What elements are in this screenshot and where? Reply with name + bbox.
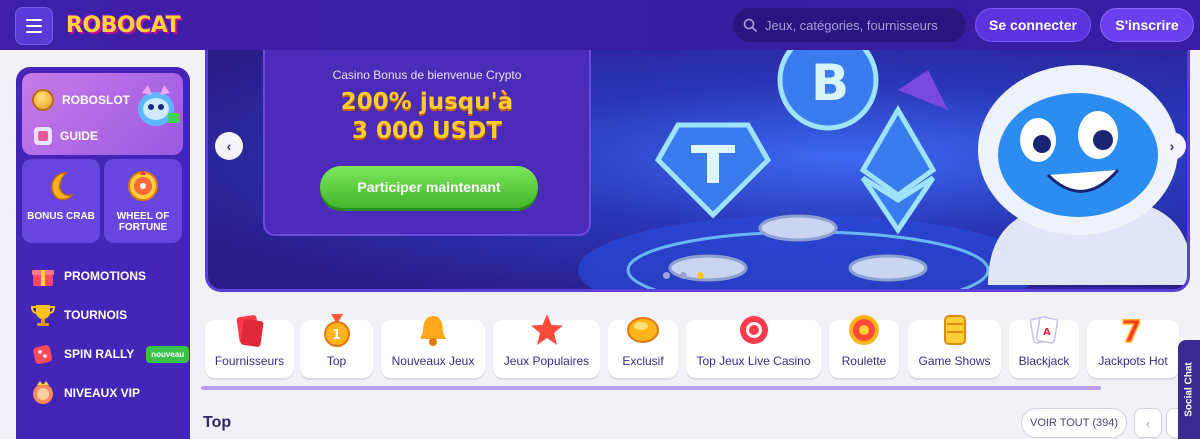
- sidebar-item-label: SPIN RALLY: [64, 347, 135, 361]
- menu-icon-bar: [26, 31, 42, 33]
- sidebar-item-label: ROBOSLOT: [62, 93, 130, 107]
- tab-label: Nouveaux Jeux: [391, 354, 475, 368]
- sidebar-featured: ROBOSLOT GUIDE: [22, 73, 183, 155]
- providers-icon: [236, 315, 263, 347]
- sidebar-tile-bonus-crab[interactable]: BONUS CRAB: [22, 159, 100, 243]
- sidebar-tile-label: BONUS CRAB: [27, 211, 95, 222]
- crab-icon: [51, 172, 74, 201]
- carousel-dots: [663, 272, 704, 279]
- tab-jackpots-hot[interactable]: 7 Jackpots Hot: [1087, 314, 1179, 378]
- bitcoin-icon: B: [777, 50, 879, 131]
- bell-icon: [420, 316, 446, 346]
- ethereum-icon: [859, 105, 937, 235]
- tab-label: Top: [326, 354, 347, 368]
- sidebar-tile-label: WHEEL OF FORTUNE: [116, 211, 170, 233]
- menu-button[interactable]: [15, 7, 53, 45]
- robot-mascot-icon: [138, 85, 180, 126]
- top-header: ROBOCAT Se connecter S'inscrire: [0, 0, 1200, 50]
- sidebar-tile-wheel-of-fortune[interactable]: WHEEL OF FORTUNE: [104, 159, 182, 243]
- promo-title: 200% jusqu'à 3 000 USDT: [265, 88, 589, 146]
- login-button[interactable]: Se connecter: [975, 8, 1091, 42]
- sidebar-item-label: TOURNOIS: [64, 308, 128, 322]
- tab-top-jeux-live-casino[interactable]: Top Jeux Live Casino: [686, 316, 821, 378]
- cards-icon: A: [1029, 316, 1059, 344]
- promo-title-line: 200% jusqu'à: [340, 89, 514, 115]
- tab-exclusif[interactable]: Exclusif: [608, 317, 678, 378]
- tab-label: Roulette: [841, 354, 887, 368]
- tab-label: Jeux Populaires: [503, 354, 590, 368]
- see-all-button[interactable]: VOIR TOUT (394): [1021, 408, 1127, 438]
- svg-text:A: A: [1043, 327, 1051, 338]
- sidebar-item-spin-rally[interactable]: SPIN RALLY nouveau: [30, 341, 190, 367]
- sidebar-item-guide[interactable]: GUIDE: [34, 127, 98, 145]
- tab-game-shows[interactable]: Game Shows: [908, 315, 1001, 378]
- search-box[interactable]: [733, 8, 966, 42]
- section-next-button[interactable]: [1166, 408, 1178, 438]
- category-scrollbar[interactable]: [201, 386, 1101, 390]
- section-title: Top: [203, 414, 232, 431]
- vip-icon: [33, 381, 53, 404]
- sidebar-item-label: GUIDE: [60, 129, 99, 143]
- trophy-icon: [30, 305, 56, 326]
- tab-label: Top Jeux Live Casino: [696, 354, 811, 368]
- tab-label: Jackpots Hot: [1098, 354, 1168, 368]
- tab-label: Blackjack: [1018, 354, 1070, 368]
- coins-icon: [943, 315, 966, 345]
- tab-label: Exclusif: [622, 354, 664, 368]
- social-chat-label: Social Chat: [1183, 362, 1195, 417]
- medal-icon: 1: [323, 314, 350, 347]
- sidebar-item-label: PROMOTIONS: [64, 269, 147, 283]
- gift-icon: [32, 270, 54, 286]
- carousel-dot[interactable]: [663, 272, 670, 279]
- coin-icon: [32, 89, 54, 111]
- signup-button[interactable]: S'inscrire: [1100, 8, 1194, 42]
- svg-text:7: 7: [1121, 315, 1142, 348]
- search-icon: [743, 18, 757, 32]
- menu-icon-bar: [26, 19, 42, 21]
- tab-nouveaux-jeux[interactable]: Nouveaux Jeux: [381, 316, 485, 378]
- sidebar-item-niveaux-vip[interactable]: NIVEAUX VIP: [30, 380, 140, 406]
- tether-icon: [654, 122, 772, 219]
- tab-label: Game Shows: [918, 354, 991, 368]
- promo-card: Casino Bonus de bienvenue Crypto 200% ju…: [263, 50, 591, 236]
- social-chat-tab[interactable]: Social Chat: [1178, 340, 1200, 439]
- section-prev-button[interactable]: ‹: [1134, 408, 1162, 438]
- svg-text:B: B: [811, 54, 849, 112]
- sidebar-item-tournois[interactable]: TOURNOIS: [30, 302, 127, 328]
- tab-roulette[interactable]: Roulette: [829, 315, 899, 378]
- logo[interactable]: ROBOCAT: [66, 10, 181, 40]
- tab-fournisseurs[interactable]: Fournisseurs: [205, 315, 294, 378]
- carousel-dot[interactable]: [680, 272, 687, 279]
- wheel-icon: [128, 170, 158, 201]
- promo-subtitle: Casino Bonus de bienvenue Crypto: [332, 68, 522, 82]
- dice-icon: [33, 345, 52, 364]
- chip-icon: [739, 316, 768, 344]
- tab-jeux-populaires[interactable]: Jeux Populaires: [493, 314, 600, 378]
- menu-icon-bar: [26, 25, 42, 27]
- star-icon: [530, 314, 563, 345]
- roulette-icon: [849, 315, 879, 345]
- promo-banner[interactable]: B Casino Bonus de bienvenue Crypto 200% …: [205, 50, 1190, 292]
- seven-icon: 7: [1120, 314, 1142, 348]
- gem-icon: [627, 317, 659, 343]
- banner-prev-button[interactable]: ‹: [215, 132, 243, 160]
- participate-button[interactable]: Participer maintenant: [320, 166, 538, 208]
- chevron-right-icon: ›: [1169, 138, 1175, 154]
- banner-next-button[interactable]: ›: [1158, 132, 1186, 160]
- sidebar-item-label: NIVEAUX VIP: [64, 386, 141, 400]
- guide-icon: [34, 127, 52, 145]
- sidebar: ROBOSLOT GUIDE BONUS CRAB WHEEL OF FORTU…: [16, 67, 190, 439]
- tab-top[interactable]: 1 Top: [300, 314, 373, 378]
- chevron-left-icon: ‹: [226, 138, 232, 154]
- tab-blackjack[interactable]: A Blackjack: [1009, 316, 1079, 378]
- carousel-dot-active[interactable]: [697, 272, 704, 279]
- sidebar-item-roboslot[interactable]: ROBOSLOT: [32, 89, 130, 111]
- tab-label: Fournisseurs: [214, 354, 285, 368]
- svg-text:1: 1: [332, 328, 341, 343]
- sidebar-item-promotions[interactable]: PROMOTIONS: [30, 263, 146, 289]
- chevron-left-icon: ‹: [1145, 415, 1151, 431]
- new-badge: nouveau: [146, 345, 190, 363]
- promo-title-line: 3 000 USDT: [351, 118, 503, 144]
- search-input[interactable]: [765, 17, 955, 33]
